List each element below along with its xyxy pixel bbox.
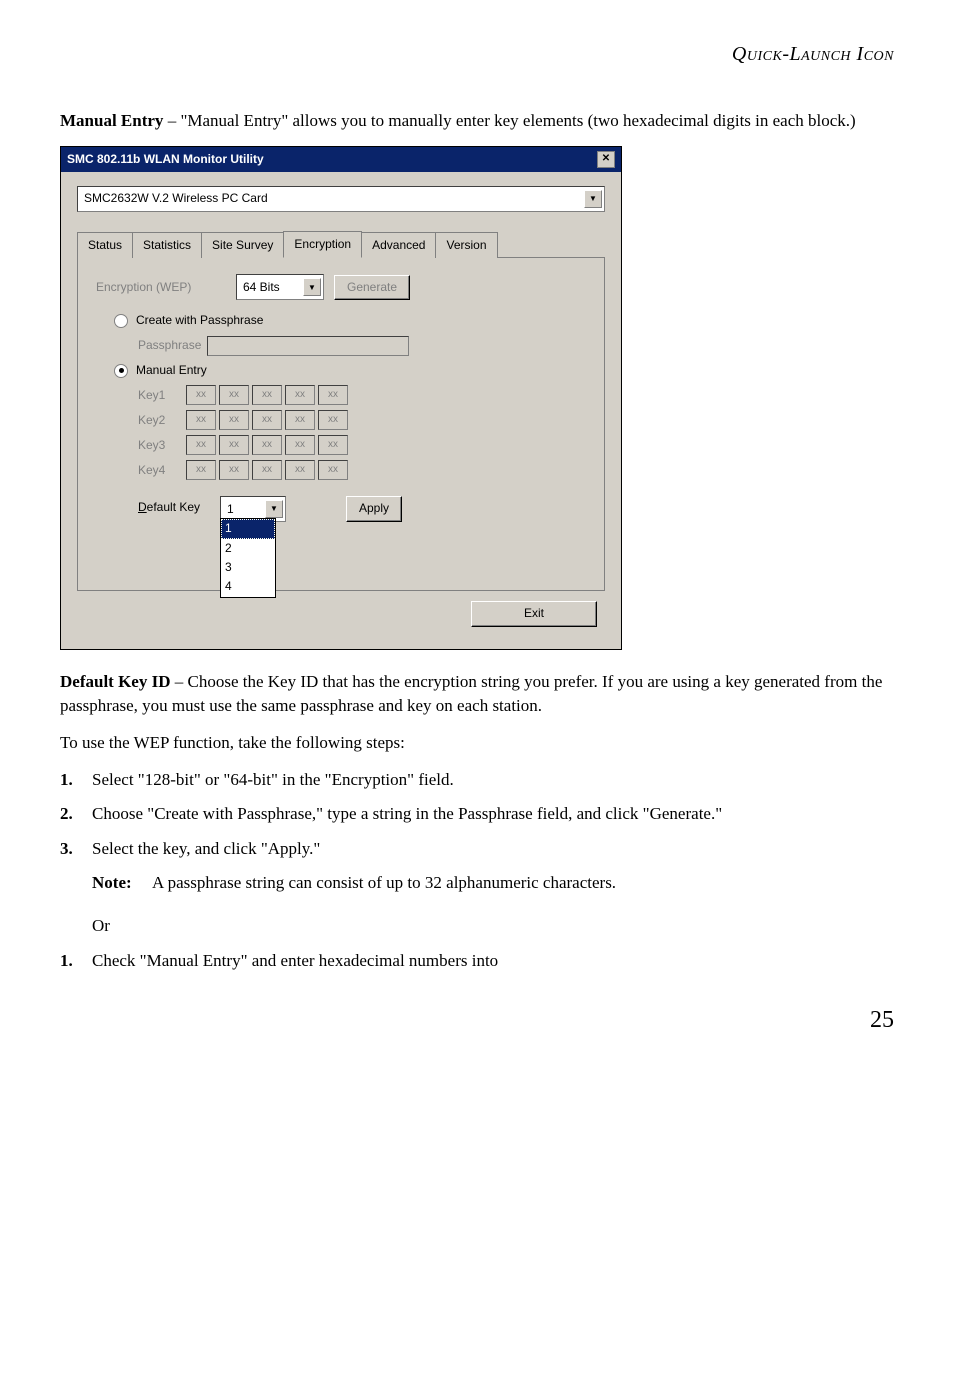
key2-cell[interactable]: xx [318, 410, 348, 430]
card-select[interactable]: SMC2632W V.2 Wireless PC Card ▼ [77, 186, 605, 212]
key3-cell[interactable]: xx [318, 435, 348, 455]
step-text: Select the key, and click "Apply." [92, 837, 894, 862]
key4-cell[interactable]: xx [318, 460, 348, 480]
radio-manual[interactable] [114, 364, 128, 378]
tab-status[interactable]: Status [77, 232, 133, 258]
key2-cell[interactable]: xx [219, 410, 249, 430]
key3-label: Key3 [138, 437, 186, 454]
default-key-id-label: Default Key ID [60, 672, 170, 691]
apply-button[interactable]: Apply [346, 496, 402, 521]
key3-cell[interactable]: xx [252, 435, 282, 455]
key1-cell[interactable]: xx [219, 385, 249, 405]
step-2: 2. Choose "Create with Passphrase," type… [60, 802, 894, 827]
key4-cell[interactable]: xx [285, 460, 315, 480]
steps-list: 1. Select "128-bit" or "64-bit" in the "… [60, 768, 894, 862]
note-text: A passphrase string can consist of up to… [152, 871, 894, 896]
passphrase-input[interactable] [207, 336, 409, 356]
tab-strip: Status Statistics Site Survey Encryption… [77, 230, 605, 258]
wep-intro: To use the WEP function, take the follow… [60, 731, 894, 756]
dropdown-option-4[interactable]: 4 [221, 577, 275, 596]
step2-1: 1. Check "Manual Entry" and enter hexade… [60, 949, 894, 974]
radio-manual-row[interactable]: Manual Entry [114, 362, 586, 379]
key4-label: Key4 [138, 462, 186, 479]
key1-label: Key1 [138, 387, 186, 404]
step-number: 2. [60, 802, 92, 827]
step-number: 1. [60, 949, 92, 974]
or-text: Or [92, 914, 894, 939]
key3-cell[interactable]: xx [186, 435, 216, 455]
step-number: 1. [60, 768, 92, 793]
radio-passphrase-label: Create with Passphrase [136, 312, 263, 329]
exit-button[interactable]: Exit [471, 601, 597, 626]
tab-site-survey[interactable]: Site Survey [201, 232, 284, 258]
default-key-row: Default Key 1 ▼ 1 2 3 4 Apply [138, 496, 586, 522]
dialog-title: SMC 802.11b WLAN Monitor Utility [67, 151, 264, 168]
steps-list-2: 1. Check "Manual Entry" and enter hexade… [60, 949, 894, 974]
key3-row: Key3 xx xx xx xx xx [138, 435, 586, 455]
key3-cell[interactable]: xx [219, 435, 249, 455]
generate-button[interactable]: Generate [334, 275, 410, 300]
close-icon[interactable]: ✕ [597, 151, 615, 168]
key1-cell[interactable]: xx [186, 385, 216, 405]
step-text: Select "128-bit" or "64-bit" in the "Enc… [92, 768, 894, 793]
keys-grid: Key1 xx xx xx xx xx Key2 xx xx xx xx xx [138, 385, 586, 480]
step-1: 1. Select "128-bit" or "64-bit" in the "… [60, 768, 894, 793]
key1-cell[interactable]: xx [252, 385, 282, 405]
dropdown-option-3[interactable]: 3 [221, 558, 275, 577]
default-key-label: Default Key [138, 496, 220, 516]
key4-cell[interactable]: xx [186, 460, 216, 480]
step-number: 3. [60, 837, 92, 862]
key2-cell[interactable]: xx [186, 410, 216, 430]
tab-panel-encryption: Encryption (WEP) 64 Bits ▼ Generate Crea… [77, 258, 605, 591]
passphrase-row: Passphrase [138, 336, 586, 356]
dialog-window: SMC 802.11b WLAN Monitor Utility ✕ SMC26… [60, 146, 622, 650]
radio-passphrase-row[interactable]: Create with Passphrase [114, 312, 586, 329]
encryption-bits-select[interactable]: 64 Bits ▼ [236, 274, 324, 300]
intro-paragraph: Manual Entry – "Manual Entry" allows you… [60, 109, 894, 134]
note-row: Note: A passphrase string can consist of… [92, 871, 894, 896]
tab-encryption[interactable]: Encryption [283, 231, 362, 258]
tab-statistics[interactable]: Statistics [132, 232, 202, 258]
passphrase-label: Passphrase [138, 337, 201, 354]
default-key-value: 1 [227, 501, 234, 518]
key3-cell[interactable]: xx [285, 435, 315, 455]
dialog-titlebar: SMC 802.11b WLAN Monitor Utility ✕ [61, 147, 621, 172]
mode-group: Create with Passphrase Passphrase Manual… [114, 312, 586, 576]
key2-cell[interactable]: xx [252, 410, 282, 430]
dropdown-option-1[interactable]: 1 [221, 519, 275, 538]
default-key-paragraph: Default Key ID – Choose the Key ID that … [60, 670, 894, 719]
key4-row: Key4 xx xx xx xx xx [138, 460, 586, 480]
chevron-down-icon[interactable]: ▼ [265, 500, 283, 518]
key2-row: Key2 xx xx xx xx xx [138, 410, 586, 430]
intro-text: – "Manual Entry" allows you to manually … [163, 111, 855, 130]
radio-manual-label: Manual Entry [136, 362, 207, 379]
default-key-id-text: – Choose the Key ID that has the encrypt… [60, 672, 882, 716]
key4-cell[interactable]: xx [252, 460, 282, 480]
dialog-body: SMC2632W V.2 Wireless PC Card ▼ Status S… [61, 172, 621, 649]
card-select-value: SMC2632W V.2 Wireless PC Card [84, 190, 268, 207]
dropdown-option-2[interactable]: 2 [221, 539, 275, 558]
encryption-wep-label: Encryption (WEP) [96, 279, 236, 296]
step-text: Check "Manual Entry" and enter hexadecim… [92, 949, 894, 974]
tab-advanced[interactable]: Advanced [361, 232, 436, 258]
page-header: Quick-Launch Icon [60, 40, 894, 69]
key4-cell[interactable]: xx [219, 460, 249, 480]
key2-label: Key2 [138, 412, 186, 429]
encryption-bits-value: 64 Bits [243, 279, 280, 296]
radio-passphrase[interactable] [114, 314, 128, 328]
page-number: 25 [60, 1003, 894, 1038]
step-3: 3. Select the key, and click "Apply." [60, 837, 894, 862]
intro-label: Manual Entry [60, 111, 163, 130]
key1-cell[interactable]: xx [285, 385, 315, 405]
key1-cell[interactable]: xx [318, 385, 348, 405]
key1-row: Key1 xx xx xx xx xx [138, 385, 586, 405]
chevron-down-icon[interactable]: ▼ [303, 278, 321, 296]
step-text: Choose "Create with Passphrase," type a … [92, 802, 894, 827]
default-key-dropdown[interactable]: 1 2 3 4 [220, 518, 276, 598]
note-label: Note: [92, 871, 152, 896]
chevron-down-icon[interactable]: ▼ [584, 190, 602, 208]
key2-cell[interactable]: xx [285, 410, 315, 430]
tab-version[interactable]: Version [435, 232, 497, 258]
